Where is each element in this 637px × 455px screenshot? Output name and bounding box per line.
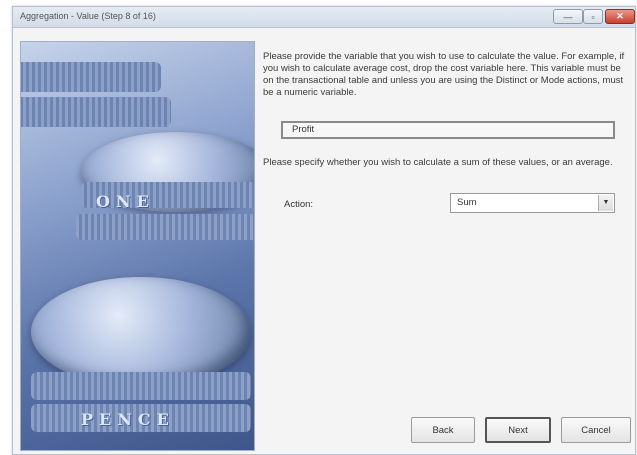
- title-bar[interactable]: Aggregation - Value (Step 8 of 16) — ▫ ✕: [13, 7, 635, 28]
- variable-drop-field[interactable]: Profit: [281, 121, 615, 139]
- action-label: Action:: [284, 199, 314, 210]
- coin-stack-edge: [76, 214, 254, 240]
- coins-image: ONE PENCE: [20, 41, 255, 451]
- coin-stack-edge: [31, 372, 251, 400]
- coin-stack-edge: [21, 97, 171, 127]
- next-button[interactable]: Next: [485, 417, 551, 443]
- cancel-button[interactable]: Cancel: [561, 417, 631, 443]
- coin: [31, 277, 251, 387]
- chevron-down-icon[interactable]: ▼: [598, 195, 613, 211]
- action-instructions: Please specify whether you wish to calcu…: [263, 157, 613, 168]
- coin-stack-edge: [21, 62, 161, 92]
- action-dropdown[interactable]: Sum ▼: [450, 193, 615, 213]
- back-button[interactable]: Back: [411, 417, 475, 443]
- coin-engraving: PENCE: [81, 410, 175, 429]
- minimize-button[interactable]: —: [553, 9, 583, 24]
- variable-instructions: Please provide the variable that you wis…: [263, 51, 625, 98]
- window-title: Aggregation - Value (Step 8 of 16): [20, 11, 156, 21]
- wizard-window: Aggregation - Value (Step 8 of 16) — ▫ ✕…: [12, 6, 636, 455]
- close-button[interactable]: ✕: [605, 9, 635, 24]
- coin-engraving: ONE: [96, 192, 155, 211]
- action-selected-value: Sum: [457, 197, 477, 208]
- maximize-button[interactable]: ▫: [583, 9, 603, 24]
